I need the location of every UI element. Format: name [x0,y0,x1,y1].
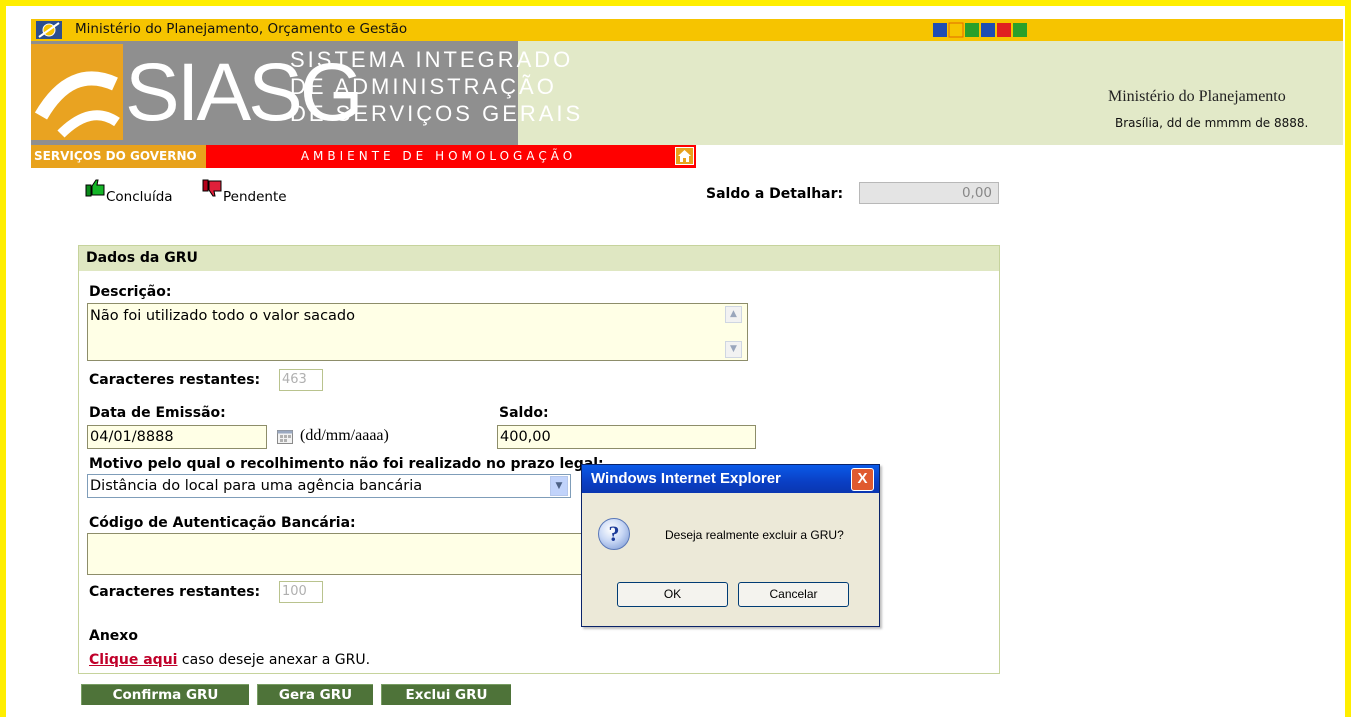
dialog-message: Deseja realmente excluir a GRU? [665,528,844,542]
panel-title: Dados da GRU [86,250,198,266]
saldo-detalhar-value: 0,00 [859,182,999,204]
exclui-gru-button[interactable]: Exclui GRU [381,684,511,705]
saldo-detalhar-label: Saldo a Detalhar: [706,186,844,202]
home-icon [678,150,691,162]
legend-pendente: Pendente [223,189,287,205]
motivo-label: Motivo pelo qual o recolhimento não foi … [89,456,604,472]
anexo-text: caso deseje anexar a GRU. [181,652,371,668]
header-date: Brasília, dd de mmmm de 8888. [1115,116,1309,130]
legend-concluida: Concluída [106,189,173,205]
caracteres-restantes-codigo: 100 [279,581,323,603]
caracteres-restantes-label-2: Caracteres restantes: [89,584,261,600]
scroll-up-button[interactable]: ▲ [725,306,742,323]
data-emissao-label: Data de Emissão: [89,405,226,421]
brasil-logo [933,22,1033,40]
date-format-hint: (dd/mm/aaaa) [300,427,389,444]
anexo-link[interactable]: Clique aqui [89,652,177,668]
descricao-label: Descrição: [89,284,172,300]
saldo-label: Saldo: [499,405,549,421]
frame-border-top [0,0,1351,6]
motivo-value: Distância do local para uma agência banc… [90,478,423,494]
thumbs-up-icon [85,179,105,197]
dialog-close-button[interactable]: X [851,468,874,491]
thumbs-down-icon [202,179,222,197]
system-name-line3: DE SERVIÇOS GERAIS [290,101,584,126]
frame-border-right [1345,0,1351,717]
descricao-value: Não foi utilizado todo o valor sacado [90,308,356,324]
data-emissao-input[interactable]: 04/01/8888 [87,425,267,449]
ok-button[interactable]: OK [617,582,728,607]
gera-gru-button[interactable]: Gera GRU [257,684,373,705]
home-button[interactable] [675,147,694,165]
question-icon: ? [598,518,630,550]
servicos-governo-link[interactable]: SERVIÇOS DO GOVERNO [31,145,206,168]
gov-emblem-icon [36,21,62,39]
codigo-label: Código de Autenticação Bancária: [89,515,356,531]
siasg-logo-symbol-icon [31,44,123,140]
system-name-line1: SISTEMA INTEGRADO [290,47,574,72]
scroll-down-button[interactable]: ▼ [725,341,742,358]
gov-ministry-title: Ministério do Planejamento, Orçamento e … [75,21,408,37]
confirma-gru-button[interactable]: Confirma GRU [81,684,249,705]
caracteres-restantes-descricao: 463 [279,369,323,391]
environment-banner: AMBIENTE DE HOMOLOGAÇÃO [206,145,671,168]
chevron-down-icon[interactable]: ▼ [550,476,568,496]
anexo-label: Anexo [89,628,138,644]
panel-header [79,246,999,271]
cancel-button[interactable]: Cancelar [738,582,849,607]
frame-border-left [0,0,6,717]
descricao-textarea[interactable]: Não foi utilizado todo o valor sacado [87,303,748,361]
system-name-line2: DE ADMINISTRAÇÃO [290,74,557,99]
ministry-name: Ministério do Planejamento [1108,88,1286,105]
dialog-title: Windows Internet Explorer [591,470,781,487]
caracteres-restantes-label: Caracteres restantes: [89,372,261,388]
calendar-icon[interactable] [277,429,293,444]
saldo-input[interactable]: 400,00 [497,425,756,449]
motivo-select[interactable]: Distância do local para uma agência banc… [87,474,571,498]
